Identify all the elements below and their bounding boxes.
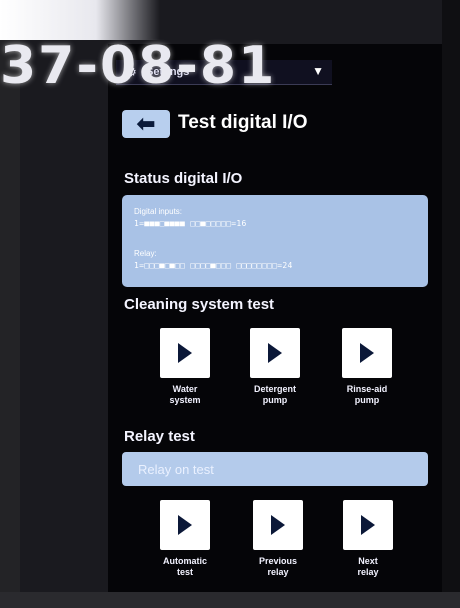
detergent-pump-button[interactable]: [250, 328, 300, 378]
label-line: relay: [357, 567, 379, 577]
arrow-left-icon: ⬅: [136, 111, 156, 136]
detergent-pump-label: Detergent pump: [235, 384, 315, 406]
label-line: pump: [262, 395, 288, 405]
cleaning-section-title: Cleaning system test: [124, 296, 275, 313]
label-line: Previous: [258, 556, 298, 566]
water-system-label: Water system: [145, 384, 225, 406]
chevron-down-icon: ▼: [312, 64, 324, 78]
label-line: Water: [172, 384, 198, 394]
status-panel: Digital inputs: 1=■■■□■■■■ □□■□□□□□=16 R…: [122, 195, 428, 287]
next-relay-button[interactable]: [343, 500, 393, 550]
relay-status-field: Relay on test: [122, 452, 428, 486]
play-icon: [178, 343, 192, 363]
device-bezel-bottom: [0, 592, 460, 608]
play-icon: [361, 515, 375, 535]
play-icon: [360, 343, 374, 363]
label-line: relay: [267, 567, 289, 577]
back-button[interactable]: ⬅: [122, 110, 170, 138]
next-relay-label: Next relay: [328, 556, 408, 578]
page-title: Test digital I/O: [178, 112, 308, 133]
automatic-test-button[interactable]: [160, 500, 210, 550]
label-line: system: [169, 395, 201, 405]
light-glare: [0, 0, 160, 40]
label-line: Rinse-aid: [346, 384, 388, 394]
play-icon: [271, 515, 285, 535]
relay-section-title: Relay test: [124, 428, 195, 445]
label-line: Next: [358, 556, 378, 566]
device-bezel-right: [442, 0, 460, 608]
play-icon: [178, 515, 192, 535]
water-system-button[interactable]: [160, 328, 210, 378]
label-line: Automatic: [162, 556, 207, 566]
previous-relay-button[interactable]: [253, 500, 303, 550]
relay-field-text: Relay on test: [138, 462, 214, 477]
automatic-test-label: Automatic test: [145, 556, 225, 578]
play-icon: [268, 343, 282, 363]
digital-inputs-bits: 1=■■■□■■■■ □□■□□□□□=16: [134, 219, 247, 228]
previous-relay-label: Previous relay: [238, 556, 318, 578]
label-line: test: [176, 567, 193, 577]
label-line: pump: [354, 395, 380, 405]
digital-inputs-label: Digital inputs:: [134, 207, 183, 216]
rinse-aid-pump-label: Rinse-aid pump: [327, 384, 407, 406]
relay-label: Relay:: [134, 249, 157, 258]
label-line: Detergent: [253, 384, 296, 394]
watermark-number: 37-08-81: [0, 36, 277, 96]
status-section-title: Status digital I/O: [124, 170, 243, 187]
rinse-aid-pump-button[interactable]: [342, 328, 392, 378]
relay-bits: 1=□□□■□■□□ □□□□■□□□ □□□□□□□□=24: [134, 261, 293, 270]
